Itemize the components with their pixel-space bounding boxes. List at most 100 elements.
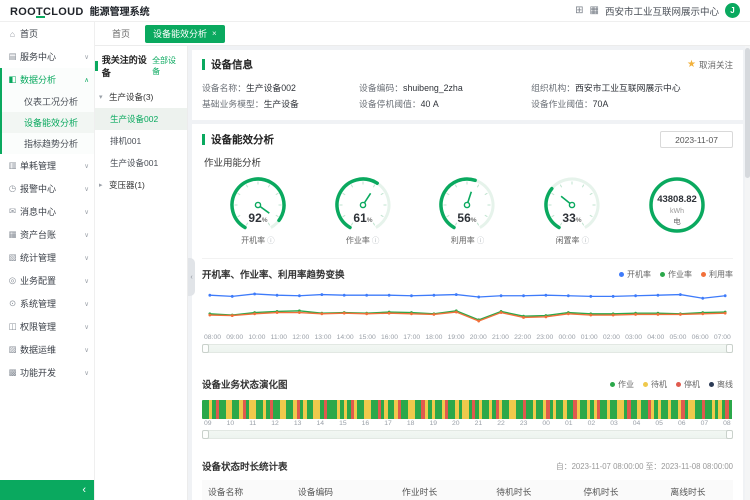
chevron-down-icon: ∨ bbox=[84, 185, 89, 193]
gauge-label-text: 作业率 bbox=[346, 235, 370, 246]
trend-line-chart[interactable] bbox=[202, 285, 733, 333]
x-tick-label: 20 bbox=[452, 420, 460, 427]
user-avatar[interactable]: J bbox=[725, 3, 740, 18]
brush-handle-left[interactable] bbox=[202, 344, 209, 353]
device-group[interactable]: ▸变压器(1) bbox=[95, 174, 187, 196]
x-tick-label: 03:00 bbox=[625, 334, 642, 341]
date-picker[interactable]: 2023-11-07 bbox=[660, 131, 733, 148]
x-tick-label: 17:00 bbox=[403, 334, 420, 341]
field-label: 设备作业阈值： bbox=[531, 99, 593, 109]
sidebar-subitem[interactable]: 指标趋势分析 bbox=[2, 133, 94, 154]
consumption-icon: ▥ bbox=[7, 160, 18, 171]
table-header-row: 设备状态时长统计表 自：2023-11-07 08:00:00 至：2023-1… bbox=[202, 459, 733, 473]
all-devices-link[interactable]: 全部设备 bbox=[152, 55, 182, 77]
legend-label: 作业 bbox=[618, 379, 634, 390]
sidebar-collapse-bar[interactable]: ‹ bbox=[0, 480, 95, 500]
legend-开机率[interactable]: 开机率 bbox=[619, 269, 651, 280]
field-label: 设备停机阈值： bbox=[359, 99, 421, 109]
device-group[interactable]: ▾生产设备(3) bbox=[95, 86, 187, 108]
sidebar-subitem[interactable]: 设备能效分析 bbox=[2, 112, 94, 133]
sidebar-item[interactable]: ◧数据分析∧ bbox=[2, 68, 94, 91]
device-item[interactable]: 生产设备002 bbox=[95, 108, 187, 130]
legend-作业率[interactable]: 作业率 bbox=[660, 269, 692, 280]
gauge-label: 开机率ⓘ bbox=[241, 235, 275, 246]
sidebar-group: ◧数据分析∧仪表工况分析设备能效分析指标趋势分析 bbox=[0, 68, 94, 154]
sidebar-item[interactable]: ✉消息中心∨ bbox=[0, 200, 94, 223]
sidebar-item[interactable]: ◫权限管理∨ bbox=[0, 315, 94, 338]
timeline-header: 设备业务状态演化图 作业待机停机离线 bbox=[202, 377, 733, 391]
x-tick-label: 04:00 bbox=[647, 334, 664, 341]
legend-利用率[interactable]: 利用率 bbox=[701, 269, 733, 280]
sidebar-group: ◎业务配置∨ bbox=[0, 269, 94, 292]
unfollow-button[interactable]: ★ 取消关注 bbox=[687, 59, 733, 71]
device-item[interactable]: 排机001 bbox=[95, 130, 187, 152]
x-tick-label: 15:00 bbox=[359, 334, 376, 341]
device-panel: 我关注的设备 全部设备 ▾生产设备(3)生产设备002排机001生产设备001▸… bbox=[95, 46, 188, 500]
sidebar-item[interactable]: ▧统计管理∨ bbox=[0, 246, 94, 269]
gauge-label: 利用率ⓘ bbox=[451, 235, 485, 246]
x-tick-label: 10:00 bbox=[248, 334, 265, 341]
brush-handle-right[interactable] bbox=[726, 344, 733, 353]
business-config-icon: ◎ bbox=[7, 275, 18, 286]
tab-item[interactable]: 首页 bbox=[104, 25, 138, 43]
x-tick-label: 21:00 bbox=[492, 334, 509, 341]
permission-icon: ◫ bbox=[7, 321, 18, 332]
sidebar-item[interactable]: ◷报警中心∨ bbox=[0, 177, 94, 200]
x-tick-label: 08 bbox=[723, 420, 731, 427]
panel-collapse-handle[interactable]: ‹ bbox=[188, 258, 195, 296]
trend-header: 开机率、作业率、利用率趋势变换 开机率作业率利用率 bbox=[202, 258, 733, 281]
legend-dot-icon bbox=[660, 272, 665, 277]
column-header: 停机时长 bbox=[577, 480, 664, 500]
legend-停机[interactable]: 停机 bbox=[676, 379, 700, 390]
device-item[interactable]: 生产设备001 bbox=[95, 152, 187, 174]
timeline-x-axis: 0910111213141516171819202122230001020304… bbox=[202, 419, 733, 427]
field-value: 70A bbox=[593, 99, 609, 109]
status-segment bbox=[729, 400, 732, 419]
x-tick-label: 05 bbox=[655, 420, 663, 427]
svg-text:电: 电 bbox=[673, 216, 681, 226]
sidebar-item[interactable]: ▥单耗管理∨ bbox=[0, 154, 94, 177]
x-tick-label: 16 bbox=[362, 420, 370, 427]
fullscreen-icon[interactable]: ⊞ bbox=[575, 5, 583, 16]
sidebar-item[interactable]: ⌂首页 bbox=[0, 22, 94, 45]
brush-handle-right[interactable] bbox=[726, 430, 733, 439]
gauge-开机率: 92%开机率ⓘ bbox=[209, 172, 307, 246]
duration-table: 设备名称设备编码作业时长待机时长停机时长离线时长 生产设备002shuibeng… bbox=[202, 480, 733, 500]
main-scrollbar[interactable] bbox=[745, 46, 750, 500]
x-tick-label: 11 bbox=[249, 420, 256, 427]
sidebar-item[interactable]: ▩功能开发∨ bbox=[0, 361, 94, 384]
device-group-label: 生产设备(3) bbox=[109, 91, 153, 103]
sidebar-item[interactable]: ▨数据运维∨ bbox=[0, 338, 94, 361]
legend-作业[interactable]: 作业 bbox=[610, 379, 634, 390]
timeline-brush-slider[interactable] bbox=[202, 430, 733, 439]
sidebar-item[interactable]: ▦资产台账∨ bbox=[0, 223, 94, 246]
brush-handle-left[interactable] bbox=[202, 430, 209, 439]
legend-待机[interactable]: 待机 bbox=[643, 379, 667, 390]
legend-label: 开机率 bbox=[627, 269, 651, 280]
scrollbar-thumb[interactable] bbox=[745, 48, 750, 178]
sidebar-item[interactable]: ▤服务中心∨ bbox=[0, 45, 94, 68]
svg-text:kWh: kWh bbox=[670, 208, 684, 215]
table-header-row: 设备名称设备编码作业时长待机时长停机时长离线时长 bbox=[202, 480, 733, 500]
tab-active[interactable]: 设备能效分析× bbox=[145, 25, 225, 43]
tab-close-icon[interactable]: × bbox=[212, 29, 217, 38]
energy-title: 设备能效分析 bbox=[202, 132, 274, 147]
sidebar-item[interactable]: ⊙系统管理∨ bbox=[0, 292, 94, 315]
legend-离线[interactable]: 离线 bbox=[709, 379, 733, 390]
status-timeline-bar[interactable] bbox=[202, 400, 733, 419]
sidebar-item-label: 数据分析 bbox=[20, 73, 56, 86]
device-info-field: 组织机构：西安市工业互联网展示中心 bbox=[531, 81, 733, 94]
trend-brush-slider[interactable] bbox=[202, 344, 733, 353]
sidebar: ⌂首页▤服务中心∨◧数据分析∧仪表工况分析设备能效分析指标趋势分析▥单耗管理∨◷… bbox=[0, 22, 95, 500]
column-header: 离线时长 bbox=[664, 480, 733, 500]
table-head: 设备名称设备编码作业时长待机时长停机时长离线时长 bbox=[202, 480, 733, 500]
svg-text:61%: 61% bbox=[353, 211, 372, 225]
x-tick-label: 07:00 bbox=[714, 334, 731, 341]
info-icon: ⓘ bbox=[582, 235, 590, 246]
sidebar-subitem[interactable]: 仪表工况分析 bbox=[2, 91, 94, 112]
sidebar-item[interactable]: ◎业务配置∨ bbox=[0, 269, 94, 292]
unfollow-label: 取消关注 bbox=[699, 59, 733, 71]
x-tick-label: 11:00 bbox=[271, 334, 288, 341]
chevron-down-icon: ∨ bbox=[84, 346, 89, 354]
info-icon: ⓘ bbox=[477, 235, 485, 246]
